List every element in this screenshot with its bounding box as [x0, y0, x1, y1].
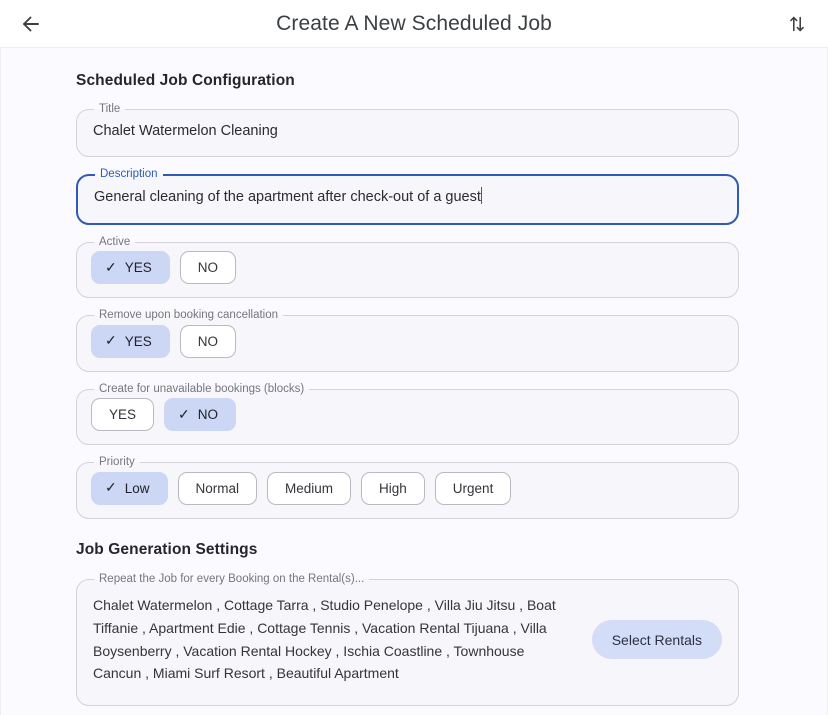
remove-on-cancellation-label: Remove upon booking cancellation [99, 309, 279, 322]
select-rentals-button[interactable]: Select Rentals [591, 620, 722, 660]
selected-rentals-list: Chalet Watermelon , Cottage Tarra , Stud… [93, 597, 556, 682]
chip-label: YES [124, 333, 152, 349]
priority-option-normal[interactable]: Normal [177, 471, 258, 505]
section-heading-job-generation: Job Generation Settings [76, 540, 258, 558]
active-option-yes[interactable]: ✓ YES [91, 251, 170, 285]
rentals-field-group: Repeat the Job for every Booking on the … [76, 572, 739, 706]
unavailable-bookings-option-yes[interactable]: YES [91, 398, 155, 432]
active-options: ✓ YES NO [91, 248, 724, 297]
description-input-wrapper[interactable]: General cleaning of the apartment after … [92, 181, 723, 223]
unavailable-bookings-options: YES ✓ NO [91, 395, 724, 444]
description-field-group[interactable]: Description General cleaning of the apar… [76, 168, 739, 225]
priority-option-urgent[interactable]: Urgent [434, 471, 512, 505]
priority-field-group: Priority ✓ Low Normal Medium High Urgent [76, 457, 739, 519]
priority-options: ✓ Low Normal Medium High Urgent [91, 469, 724, 518]
priority-option-high[interactable]: High [361, 471, 425, 505]
chip-label: NO [197, 333, 218, 349]
remove-on-cancellation-option-yes[interactable]: ✓ YES [91, 324, 170, 358]
chip-label: Medium [285, 480, 334, 496]
chip-label: NO [197, 260, 218, 276]
app-bar: Create A New Scheduled Job [0, 0, 828, 48]
form-content: Scheduled Job Configuration Title Chalet… [0, 48, 828, 715]
section-heading-configuration: Scheduled Job Configuration [76, 72, 295, 89]
active-field-group: Active ✓ YES NO [76, 235, 739, 299]
rentals-body: Chalet Watermelon , Cottage Tarra , Stud… [91, 585, 724, 705]
unavailable-bookings-field-group: Create for unavailable bookings (blocks)… [76, 382, 739, 446]
chip-label: High [379, 480, 407, 496]
sort-order-button[interactable] [780, 7, 814, 41]
unavailable-bookings-option-no[interactable]: ✓ NO [164, 398, 236, 432]
chip-label: YES [124, 260, 152, 276]
priority-option-low[interactable]: ✓ Low [91, 471, 168, 505]
text-cursor [480, 186, 483, 204]
title-field-label: Title [99, 103, 121, 115]
active-field-label: Active [99, 235, 131, 248]
arrow-left-icon [19, 12, 43, 36]
description-input[interactable]: General cleaning of the apartment after … [94, 189, 481, 205]
remove-on-cancellation-option-no[interactable]: NO [179, 324, 236, 358]
remove-on-cancellation-field-group: Remove upon booking cancellation ✓ YES N… [76, 310, 739, 372]
title-field-group[interactable]: Title Chalet Watermelon Cleaning [76, 103, 739, 158]
priority-field-label: Priority [99, 456, 135, 469]
check-icon: ✓ [105, 479, 117, 496]
chip-label: Low [124, 480, 150, 496]
back-button[interactable] [14, 7, 48, 41]
description-field-label: Description [100, 168, 158, 181]
chip-label: YES [109, 407, 137, 423]
rentals-field-label: Repeat the Job for every Booking on the … [99, 572, 365, 585]
check-icon: ✓ [105, 332, 117, 349]
chip-label: NO [197, 407, 218, 423]
unavailable-bookings-label: Create for unavailable bookings (blocks) [99, 382, 305, 395]
chip-label: Urgent [452, 480, 494, 496]
chip-label: Normal [195, 480, 240, 496]
check-icon: ✓ [178, 405, 190, 422]
active-option-no[interactable]: NO [179, 251, 236, 285]
remove-on-cancellation-options: ✓ YES NO [91, 322, 724, 371]
page-title: Create A New Scheduled Job [276, 11, 552, 35]
check-icon: ✓ [105, 258, 117, 275]
sort-up-down-icon [786, 13, 808, 35]
title-input[interactable]: Chalet Watermelon Cleaning [91, 116, 724, 157]
priority-option-medium[interactable]: Medium [267, 471, 352, 505]
